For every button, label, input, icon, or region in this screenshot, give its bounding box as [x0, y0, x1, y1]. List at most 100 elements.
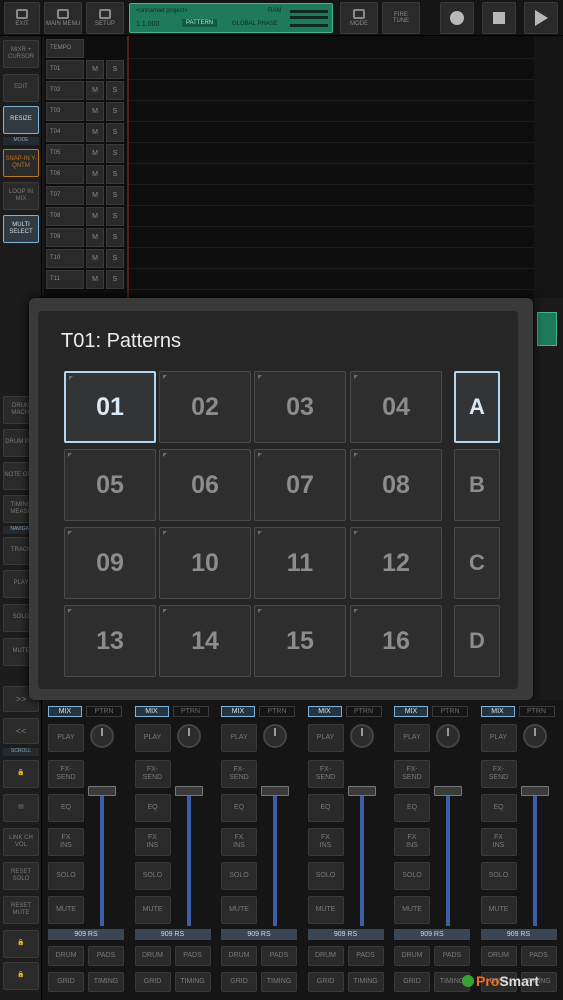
mix-tab[interactable]: MIX	[307, 706, 342, 717]
volume-fader-handle[interactable]	[174, 786, 203, 796]
track-name[interactable]: T01	[46, 60, 84, 79]
scroll-back-button[interactable]: <<	[3, 718, 39, 744]
fx-ins-button[interactable]: FX INS	[221, 828, 257, 856]
pattern-pad-01[interactable]: 01	[64, 371, 156, 443]
ptrn-tab[interactable]: PTRN	[172, 706, 209, 717]
grid-button[interactable]: GRID	[307, 972, 344, 992]
strip-play-button[interactable]: PLAY	[134, 724, 171, 752]
track-solo-button[interactable]: S	[106, 102, 124, 121]
fx-send-button[interactable]: FX- SEND	[480, 760, 517, 788]
strip-play-button[interactable]: PLAY	[221, 724, 257, 752]
fx-send-button[interactable]: FX- SEND	[134, 760, 171, 788]
track-solo-button[interactable]: S	[106, 60, 124, 79]
instrument-preset[interactable]: 909 RS	[307, 929, 384, 940]
reset-mute-button[interactable]: RESET MUTE	[3, 896, 39, 924]
track-name[interactable]: T02	[46, 81, 84, 100]
track-mute-button[interactable]: M	[86, 270, 104, 289]
pan-knob[interactable]	[176, 724, 201, 748]
setup-button[interactable]: SETUP	[86, 2, 124, 34]
mix-tab[interactable]: MIX	[394, 706, 428, 717]
track-lane[interactable]	[128, 122, 534, 143]
track-name[interactable]: T11	[46, 270, 84, 289]
pan-knob[interactable]	[436, 724, 460, 748]
track-name[interactable]: T03	[46, 102, 84, 121]
drum-button[interactable]: DRUM	[480, 946, 517, 966]
strip-play-button[interactable]: PLAY	[48, 724, 84, 752]
bank-button-a[interactable]: A	[454, 371, 500, 443]
instrument-preset[interactable]: 909 RS	[480, 929, 557, 940]
volume-fader-handle[interactable]	[88, 786, 116, 796]
track-mute-button[interactable]: M	[86, 249, 104, 268]
stop-button[interactable]	[482, 2, 516, 34]
strip-solo-button[interactable]: SOLO	[480, 862, 517, 890]
track-solo-button[interactable]: S	[106, 249, 124, 268]
pan-knob[interactable]	[263, 724, 287, 748]
edit-button[interactable]: EDIT	[3, 74, 39, 102]
track-solo-button[interactable]: S	[106, 228, 124, 247]
ptrn-tab[interactable]: PTRN	[518, 706, 555, 717]
ptrn-tab[interactable]: PTRN	[86, 706, 122, 717]
pattern-pad-03[interactable]: 03	[254, 371, 346, 443]
pan-knob[interactable]	[522, 724, 547, 748]
pattern-pad-13[interactable]: 13	[64, 605, 156, 677]
mixr-cursor-button[interactable]: MIXR + CURSOR	[3, 40, 39, 68]
track-lane[interactable]	[128, 143, 534, 164]
strip-play-button[interactable]: PLAY	[394, 724, 430, 752]
mix-tab[interactable]: MIX	[480, 706, 515, 717]
track-name[interactable]: T07	[46, 186, 84, 205]
fx-ins-button[interactable]: FX INS	[394, 828, 430, 856]
grid-button[interactable]: GRID	[394, 972, 430, 992]
ptrn-tab[interactable]: PTRN	[259, 706, 295, 717]
track-lane[interactable]	[128, 185, 534, 206]
strip-solo-button[interactable]: SOLO	[48, 862, 84, 890]
mix-tab[interactable]: MIX	[134, 706, 169, 717]
lock-mixer-button[interactable]: 🔒	[3, 930, 39, 958]
timing-button[interactable]: TIMING	[88, 972, 124, 992]
track-lane[interactable]	[128, 227, 534, 248]
lock-param-button[interactable]: 🔒	[3, 760, 39, 788]
track-lane[interactable]	[128, 248, 534, 269]
exit-button[interactable]: EXIT	[4, 2, 40, 34]
track-name[interactable]: T04	[46, 123, 84, 142]
vertical-scrollbar[interactable]	[534, 36, 563, 298]
instrument-preset[interactable]: 909 RS	[48, 929, 124, 940]
fx-ins-button[interactable]: FX INS	[134, 828, 171, 856]
ptrn-tab[interactable]: PTRN	[432, 706, 468, 717]
pattern-pad-12[interactable]: 12	[350, 527, 442, 599]
fx-send-button[interactable]: FX- SEND	[307, 760, 344, 788]
tempo-lane[interactable]	[128, 38, 534, 59]
pattern-pad-04[interactable]: 04	[350, 371, 442, 443]
play-button[interactable]	[524, 2, 558, 34]
track-solo-button[interactable]: S	[106, 270, 124, 289]
eq-button[interactable]: EQ	[394, 794, 430, 822]
fire-tune-button[interactable]: FIRE TUNE	[382, 2, 420, 34]
volume-fader-handle[interactable]	[347, 786, 376, 796]
mix-tab[interactable]: MIX	[221, 706, 255, 717]
resize-button[interactable]: RESIZE	[3, 106, 39, 134]
pads-button[interactable]: PADS	[434, 946, 470, 966]
pattern-pad-14[interactable]: 14	[159, 605, 251, 677]
snap-in-button[interactable]: SNAP-IN Y-QNTM	[3, 149, 39, 177]
grid-button[interactable]: GRID	[48, 972, 84, 992]
instrument-preset[interactable]: 909 RS	[134, 929, 211, 940]
track-mute-button[interactable]: M	[86, 165, 104, 184]
track-mute-button[interactable]: M	[86, 81, 104, 100]
ptrn-tab[interactable]: PTRN	[345, 706, 382, 717]
lock-pads-button[interactable]: 🔒	[3, 962, 39, 990]
track-solo-button[interactable]: S	[106, 165, 124, 184]
drum-button[interactable]: DRUM	[134, 946, 171, 966]
track-mute-button[interactable]: M	[86, 102, 104, 121]
strip-play-button[interactable]: PLAY	[480, 724, 517, 752]
pan-knob[interactable]	[90, 724, 114, 748]
link-ch-vol-button[interactable]: LINK CH VOL	[3, 828, 39, 856]
timing-button[interactable]: TIMING	[261, 972, 297, 992]
pattern-pad-16[interactable]: 16	[350, 605, 442, 677]
fx-ins-button[interactable]: FX INS	[48, 828, 84, 856]
fx-ins-button[interactable]: FX INS	[480, 828, 517, 856]
grid-button[interactable]: GRID	[134, 972, 171, 992]
track-mute-button[interactable]: M	[86, 228, 104, 247]
track-lane[interactable]	[128, 101, 534, 122]
track-solo-button[interactable]: S	[106, 81, 124, 100]
tempo-track-label[interactable]: TEMPO	[46, 39, 84, 58]
drum-button[interactable]: DRUM	[48, 946, 84, 966]
